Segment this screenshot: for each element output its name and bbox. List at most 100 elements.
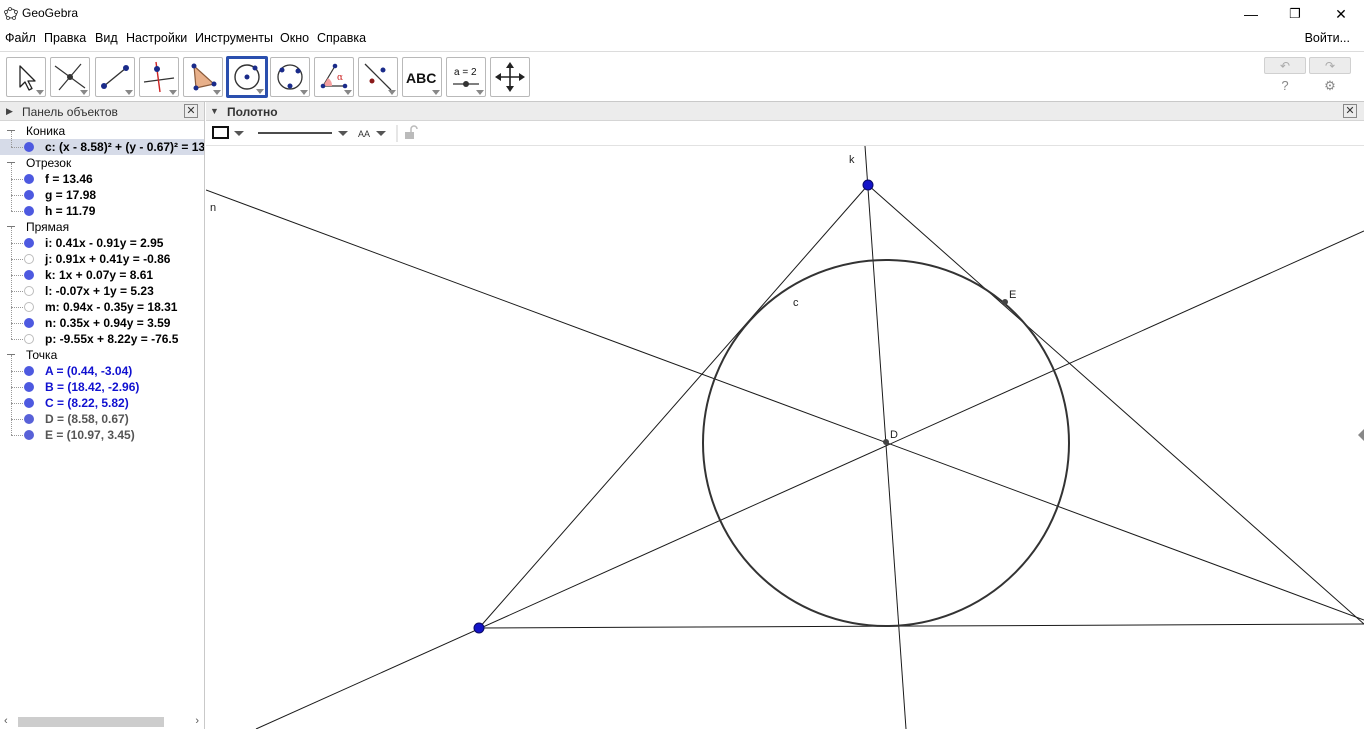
visibility-toggle-icon[interactable]: [24, 302, 34, 312]
tool-slider[interactable]: a = 2: [446, 57, 486, 97]
tool-polygon[interactable]: [183, 57, 223, 97]
scroll-right-icon[interactable]: ›: [195, 715, 199, 727]
menu-edit[interactable]: Правка: [44, 31, 86, 45]
visibility-toggle-icon[interactable]: [24, 142, 34, 152]
object-definition[interactable]: E = (10.97, 3.45): [45, 428, 135, 442]
list-item[interactable]: n: 0.35x + 0.94y = 3.59: [0, 307, 204, 331]
object-definition[interactable]: g = 17.98: [45, 188, 96, 202]
menu-options[interactable]: Настройки: [126, 31, 187, 45]
line-n[interactable]: [206, 189, 1364, 621]
category-point[interactable]: Точка: [0, 347, 204, 363]
visibility-toggle-icon[interactable]: [24, 382, 34, 392]
list-item[interactable]: E = (10.97, 3.45): [0, 419, 204, 443]
list-item[interactable]: i: 0.41x - 0.91y = 2.95: [0, 227, 204, 251]
tool-reflect[interactable]: [358, 57, 398, 97]
visibility-toggle-icon[interactable]: [24, 414, 34, 424]
scrollbar-thumb[interactable]: [18, 717, 164, 727]
horizontal-scrollbar[interactable]: ‹ ›: [0, 715, 204, 729]
object-definition[interactable]: m: 0.94x - 0.35y = 18.31: [45, 300, 177, 314]
visibility-toggle-icon[interactable]: [24, 286, 34, 296]
tool-perpendicular[interactable]: [139, 57, 179, 97]
color-swatch-button[interactable]: [212, 126, 244, 139]
list-item[interactable]: l: -0.07x + 1y = 5.23: [0, 275, 204, 299]
construction-svg[interactable]: k n c E D: [206, 145, 1364, 729]
object-definition[interactable]: D = (8.58, 0.67): [45, 412, 129, 426]
menu-tools[interactable]: Инструменты: [195, 31, 273, 45]
point-c-vertex[interactable]: [862, 179, 874, 191]
point-d[interactable]: [883, 439, 889, 445]
list-item[interactable]: j: 0.91x + 0.41y = -0.86: [0, 243, 204, 267]
list-item[interactable]: m: 0.94x - 0.35y = 18.31: [0, 291, 204, 315]
tool-angle[interactable]: α: [314, 57, 354, 97]
maximize-button[interactable]: ❐: [1272, 0, 1318, 28]
help-icon[interactable]: ?: [1275, 78, 1295, 94]
visibility-toggle-icon[interactable]: [24, 190, 34, 200]
visibility-toggle-icon[interactable]: [24, 206, 34, 216]
object-definition[interactable]: c: (x - 8.58)² + (y - 0.67)² = 13: [45, 140, 204, 154]
panel-collapse-icon[interactable]: ▶: [6, 106, 13, 117]
menu-window[interactable]: Окно: [280, 31, 309, 45]
visibility-toggle-icon[interactable]: [24, 334, 34, 344]
object-definition[interactable]: l: -0.07x + 1y = 5.23: [45, 284, 154, 298]
undo-button[interactable]: ↶: [1264, 57, 1306, 74]
tool-segment[interactable]: [95, 57, 135, 97]
line-i[interactable]: [255, 230, 1364, 729]
close-icon[interactable]: ✕: [184, 104, 198, 118]
segment-f[interactable]: [867, 184, 1364, 625]
object-definition[interactable]: n: 0.35x + 0.94y = 3.59: [45, 316, 170, 330]
visibility-toggle-icon[interactable]: [24, 270, 34, 280]
stylebar-toggle-icon[interactable]: ▼: [210, 106, 219, 116]
category-segment[interactable]: Отрезок: [0, 155, 204, 171]
side-panel-expand-icon[interactable]: [1358, 429, 1364, 441]
list-item[interactable]: h = 11.79: [0, 195, 204, 219]
list-item[interactable]: D = (8.58, 0.67): [0, 403, 204, 427]
visibility-toggle-icon[interactable]: [24, 366, 34, 376]
tool-intersect[interactable]: [50, 57, 90, 97]
list-item[interactable]: g = 17.98: [0, 179, 204, 203]
redo-button[interactable]: ↷: [1309, 57, 1351, 74]
object-definition[interactable]: j: 0.91x + 0.41y = -0.86: [45, 252, 170, 266]
visibility-toggle-icon[interactable]: [24, 398, 34, 408]
tool-move[interactable]: [6, 57, 46, 97]
scroll-left-icon[interactable]: ‹: [4, 715, 8, 727]
list-item[interactable]: B = (18.42, -2.96): [0, 371, 204, 395]
list-item[interactable]: f = 13.46: [0, 163, 204, 187]
tool-text[interactable]: ABC: [402, 57, 442, 97]
list-item[interactable]: k: 1x + 0.07y = 8.61: [0, 259, 204, 283]
close-icon[interactable]: ✕: [1343, 104, 1357, 118]
close-button[interactable]: ✕: [1318, 0, 1364, 28]
point-e[interactable]: [1002, 299, 1008, 305]
lock-icon[interactable]: [405, 125, 418, 139]
object-definition[interactable]: f = 13.46: [45, 172, 93, 186]
minimize-button[interactable]: —: [1228, 0, 1274, 28]
object-definition[interactable]: p: -9.55x + 8.22y = -76.5: [45, 332, 178, 346]
line-style-button[interactable]: [258, 131, 348, 136]
object-definition[interactable]: k: 1x + 0.07y = 8.61: [45, 268, 153, 282]
segment-h[interactable]: [478, 184, 869, 629]
list-item[interactable]: p: -9.55x + 8.22y = -76.5: [0, 323, 204, 347]
object-definition[interactable]: B = (18.42, -2.96): [45, 380, 139, 394]
category-conic[interactable]: Коника: [0, 123, 204, 139]
list-item[interactable]: c: (x - 8.58)² + (y - 0.67)² = 13: [0, 131, 204, 155]
label-style-button[interactable]: AA: [358, 129, 386, 139]
object-definition[interactable]: A = (0.44, -3.04): [45, 364, 132, 378]
menu-view[interactable]: Вид: [95, 31, 118, 45]
list-item[interactable]: A = (0.44, -3.04): [0, 355, 204, 379]
visibility-toggle-icon[interactable]: [24, 174, 34, 184]
object-definition[interactable]: i: 0.41x - 0.91y = 2.95: [45, 236, 163, 250]
object-definition[interactable]: C = (8.22, 5.82): [45, 396, 129, 410]
login-link[interactable]: Войти...: [1305, 31, 1350, 45]
settings-gear-icon[interactable]: ⚙: [1320, 78, 1340, 94]
tool-circle-three-points[interactable]: [270, 57, 310, 97]
tool-circle-center-point[interactable]: [226, 56, 268, 98]
menu-file[interactable]: Файл: [5, 31, 36, 45]
visibility-toggle-icon[interactable]: [24, 238, 34, 248]
menu-help[interactable]: Справка: [317, 31, 366, 45]
segment-g[interactable]: [478, 623, 1364, 629]
point-a-vertex[interactable]: [473, 622, 485, 634]
tool-move-graphics[interactable]: [490, 57, 530, 97]
visibility-toggle-icon[interactable]: [24, 318, 34, 328]
category-line[interactable]: Прямая: [0, 219, 204, 235]
visibility-toggle-icon[interactable]: [24, 430, 34, 440]
visibility-toggle-icon[interactable]: [24, 254, 34, 264]
